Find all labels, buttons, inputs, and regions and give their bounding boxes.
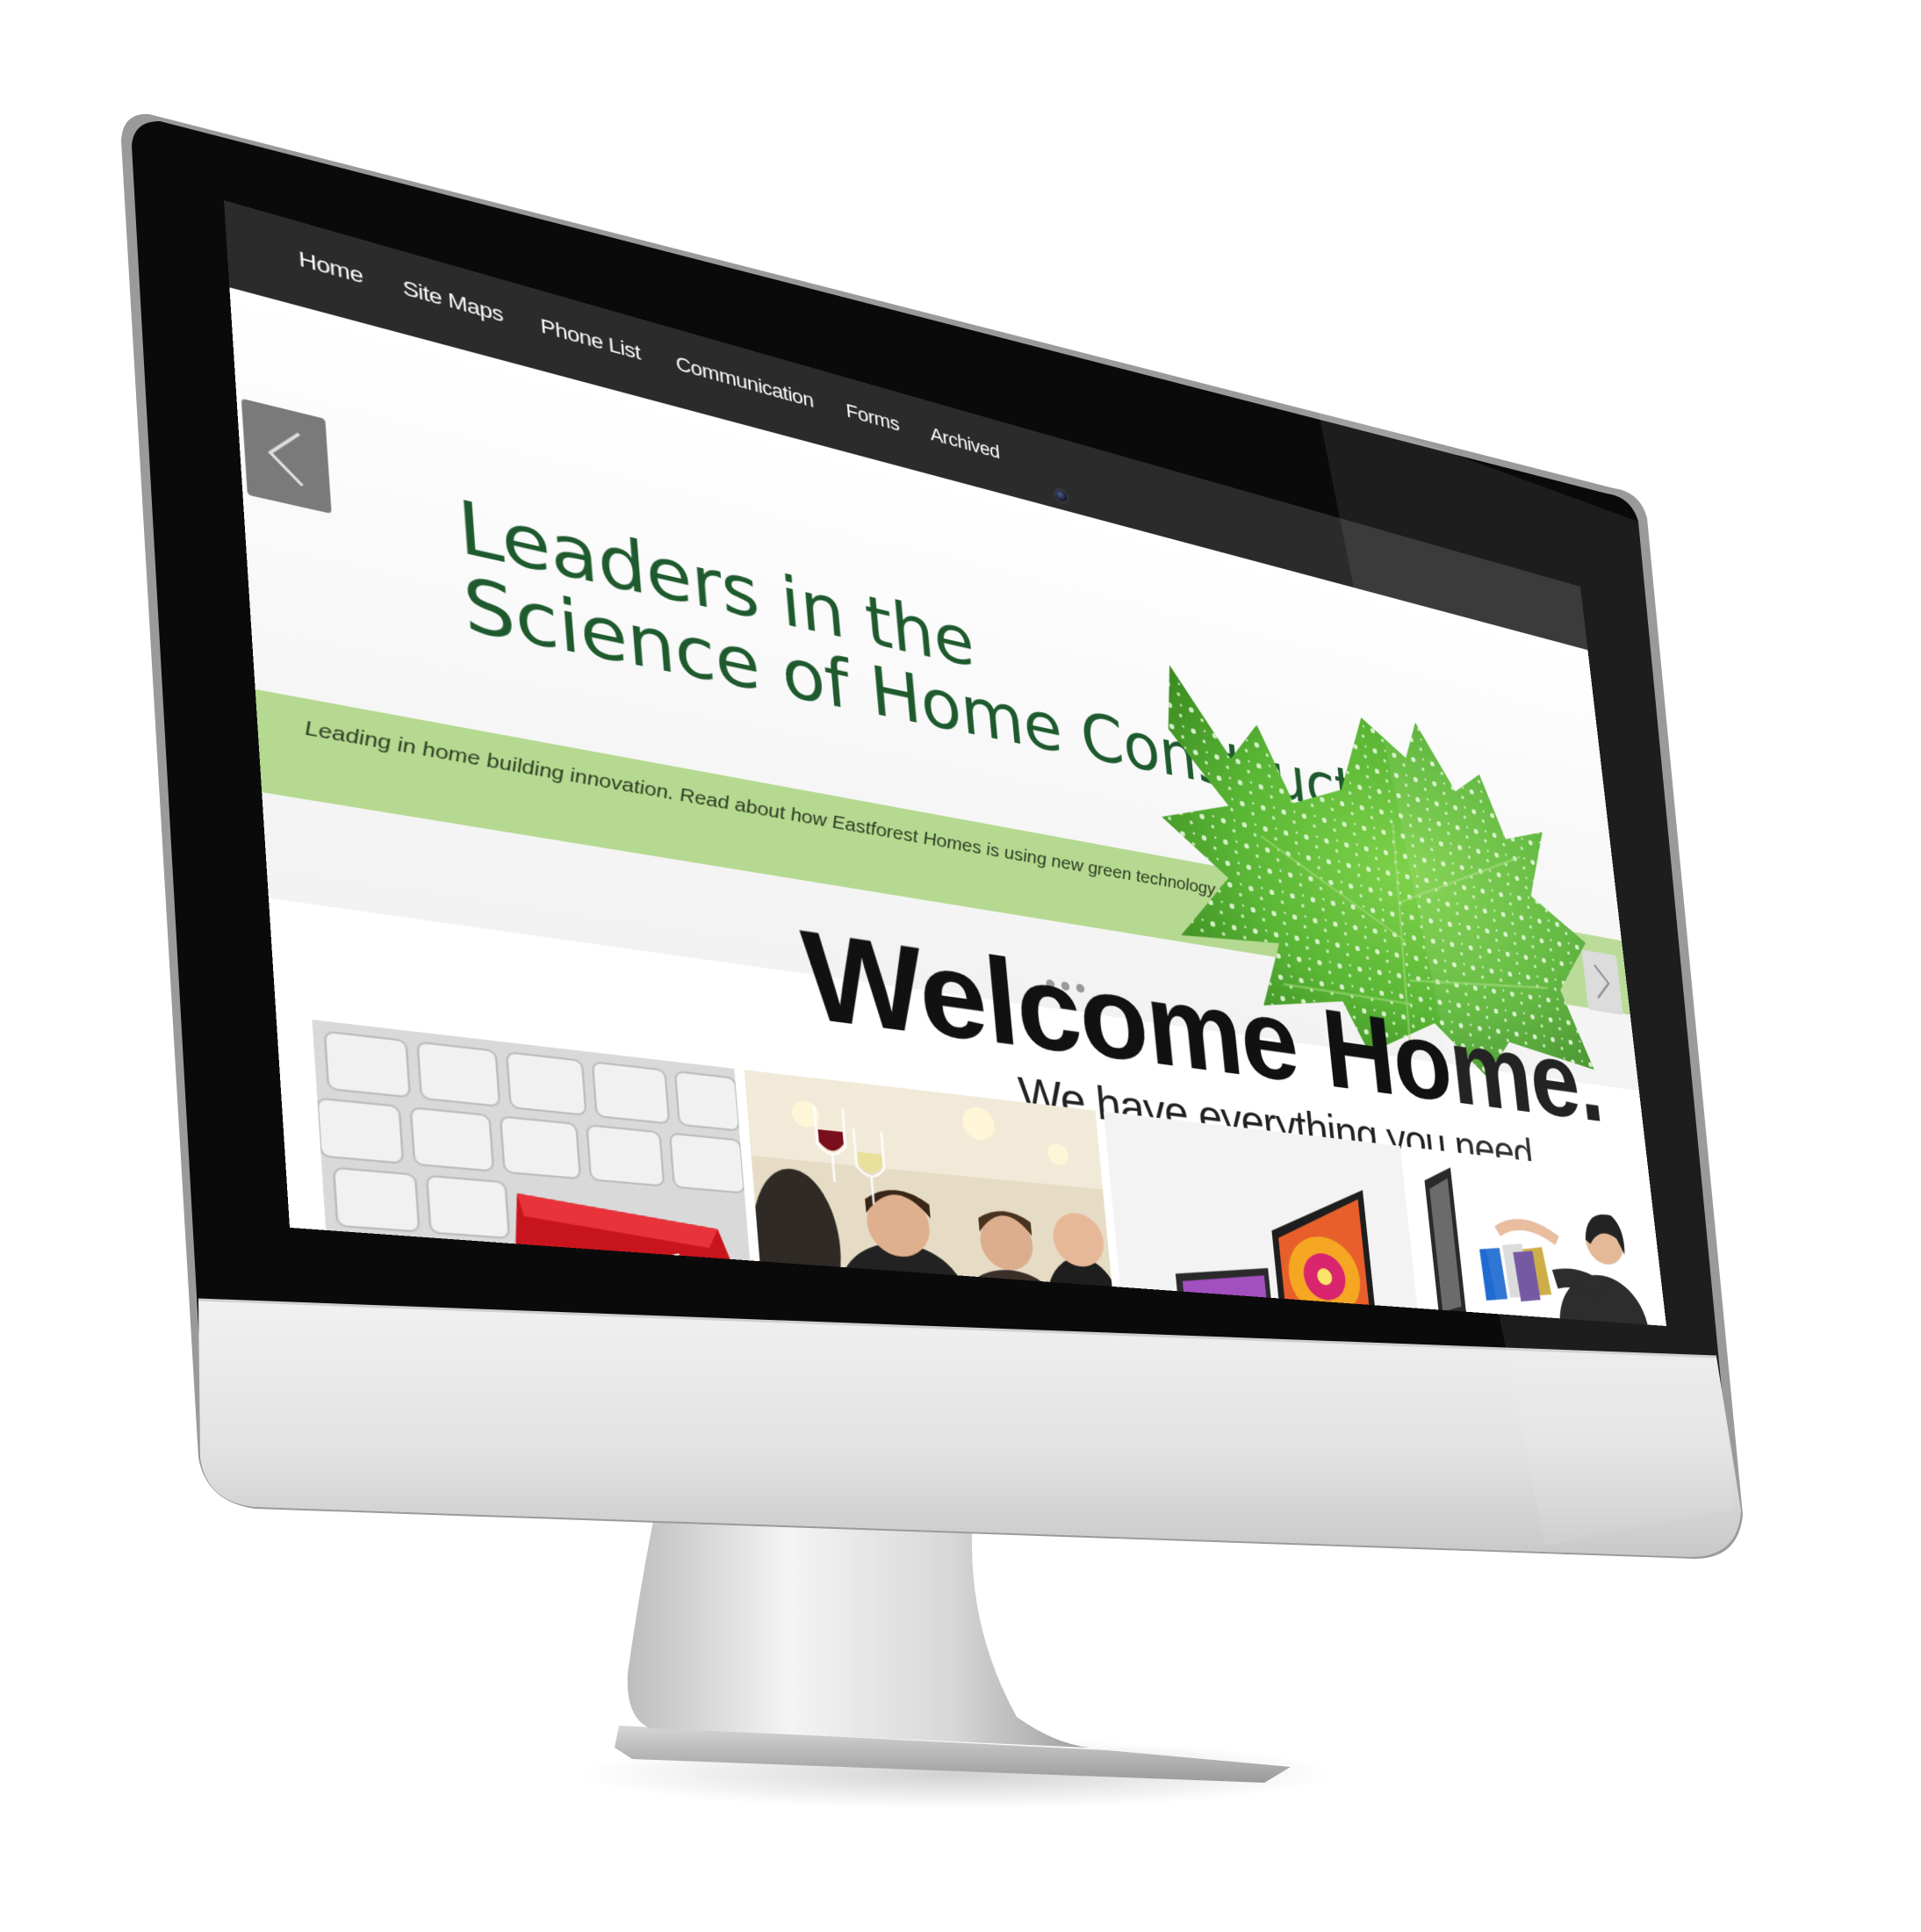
chevron-right-icon <box>1590 962 1615 1004</box>
product-mockup: Home Site Maps Phone List Communication … <box>0 0 1921 1932</box>
tile-online-shopping[interactable] <box>1407 1146 1667 1327</box>
slider-prev-button[interactable] <box>241 398 332 515</box>
nav-item-archived[interactable]: Archived <box>929 422 1000 464</box>
nav-item-site-maps[interactable]: Site Maps <box>402 275 504 328</box>
nav-item-forms[interactable]: Forms <box>845 400 901 436</box>
webcam-icon <box>1053 486 1069 506</box>
chevron-left-icon <box>259 421 314 493</box>
nav-item-home[interactable]: Home <box>298 246 363 289</box>
stand-neck <box>627 1503 1089 1748</box>
nav-item-phone-list[interactable]: Phone List <box>540 314 642 365</box>
